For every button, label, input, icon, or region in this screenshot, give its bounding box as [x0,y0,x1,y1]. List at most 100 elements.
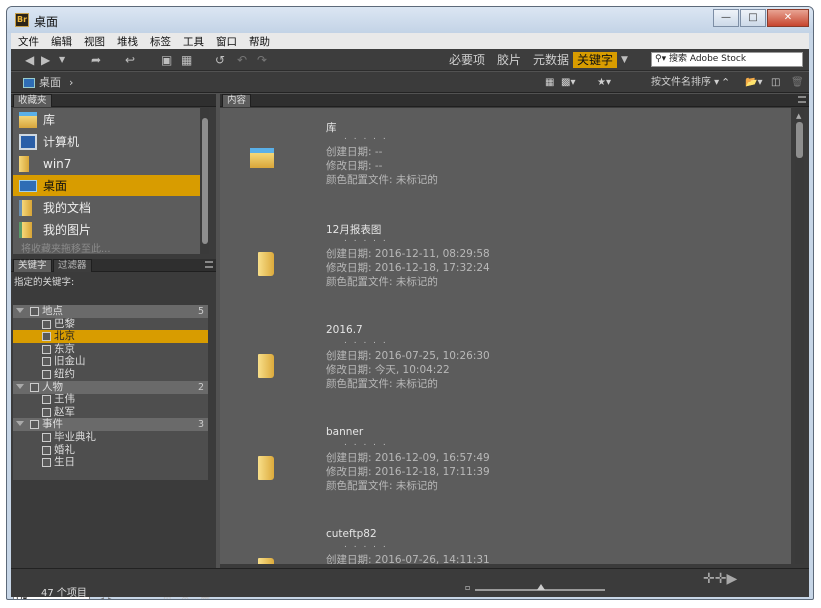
keyword-category[interactable]: 人物 2 [13,380,208,394]
keyword-checkbox[interactable] [42,357,51,367]
tab-keywords[interactable]: 关键字 [13,259,52,272]
favorite-label: 计算机 [43,135,80,149]
rating-dots[interactable]: . . . . . [344,336,388,346]
content-scrollbar[interactable]: ▲ [795,108,804,564]
boomerang-icon[interactable]: ➦ [91,52,101,68]
keyword-checkbox[interactable] [30,420,39,430]
keyword-checkbox[interactable] [30,307,39,316]
workspace-dropdown-icon[interactable]: ▼ [621,52,628,68]
view-options-icon[interactable]: ▩▾ [561,75,575,90]
history-dropdown-icon[interactable]: ▼ [59,52,65,68]
folder-icon [19,155,29,172]
content-item[interactable]: banner. . . . . 创建日期: 2016-12-09, 16:57:4… [220,426,791,526]
content-scroll-thumb[interactable] [796,122,803,158]
content-item[interactable]: cuteftp82. . . . . 创建日期: 2016-07-26, 14:1… [220,528,791,564]
keyword-item[interactable]: 巴黎 [13,318,208,331]
keyword-item[interactable]: 赵军 [13,406,208,419]
workspace-essentials[interactable]: 必要项 [445,52,489,68]
rating-filter-icon[interactable]: ★▾ [597,75,611,90]
zoom-out-icon[interactable]: ▫ [465,583,470,592]
sort-dropdown[interactable]: 按文件名排序 ▾ [651,75,719,90]
open-recent-icon[interactable]: 📂▾ [745,75,762,90]
expand-triangle-icon[interactable] [16,308,24,313]
keyword-category[interactable]: 地点 5 [13,305,208,318]
keyword-checkbox[interactable] [42,458,51,468]
keyword-item[interactable]: 婚礼 [13,444,208,457]
menu-help[interactable]: 帮助 [242,33,275,49]
keyword-item[interactable]: 北京 [13,330,208,344]
favorite-item-library[interactable]: 库 [13,109,200,130]
toolbar: ◀ ▶ ▼ ➦ ↩ ▣ ▦ ↺ ↶ ↷ 必要项 胶片 元数据 关键字 ▼ ⚲▾ … [11,49,809,71]
favorite-item-computer[interactable]: 计算机 [13,131,200,152]
menu-file[interactable]: 文件 [11,33,44,49]
breadcrumb-desktop[interactable]: 桌面 [39,75,61,90]
menu-label[interactable]: 标签 [143,33,176,49]
workspace-metadata[interactable]: 元数据 [529,52,573,68]
rating-dots[interactable]: . . . . . [344,540,388,550]
item-color-profile: 颜色配置文件: 未标记的 [326,174,438,186]
keyword-checkbox[interactable] [42,332,51,342]
favorites-scrollbar[interactable] [201,108,209,254]
item-modified: 修改日期: 2016-12-18, 17:11:39 [326,466,490,478]
content-item[interactable]: 2016.7. . . . . 创建日期: 2016-07-25, 10:26:3… [220,324,791,424]
panel-menu-icon[interactable] [798,96,806,103]
keyword-checkbox[interactable] [42,407,51,417]
title-bar[interactable]: Br 桌面 — □ ✕ [7,7,813,33]
slider-thumb[interactable] [537,584,545,590]
keyword-item[interactable]: 纽约 [13,368,208,381]
pictures-icon [19,221,32,238]
keyword-checkbox[interactable] [42,395,51,405]
keyword-item[interactable]: 生日 [13,456,208,469]
content-item[interactable]: 库 . . . . . 创建日期: -- 修改日期: -- 颜色配置文件: 未标记的 [220,120,791,220]
adobe-stock-search-input[interactable]: ⚲▾ 搜索 Adobe Stock [651,52,803,67]
app-window: Br 桌面 — □ ✕ 文件 编辑 视图 堆栈 标签 工具 窗口 帮助 ◀ ▶ … [6,6,814,600]
rating-dots[interactable]: . . . . . [344,132,388,142]
keyword-item[interactable]: 旧金山 [13,355,208,368]
favorite-item-documents[interactable]: 我的文档 [13,197,200,218]
keyword-checkbox[interactable] [42,344,51,354]
computer-icon [19,133,37,150]
new-folder-icon[interactable]: ◫ [771,75,780,90]
camera-download-icon[interactable]: ▣ [161,52,172,68]
workspace-filmstrip[interactable]: 胶片 [493,52,525,68]
tab-content[interactable]: 内容 [222,94,252,107]
keyword-item[interactable]: 东京 [13,343,208,356]
maximize-button[interactable]: □ [740,9,766,27]
minimize-button[interactable]: — [713,9,739,27]
back-arrow-icon[interactable]: ◀ [25,52,34,68]
breadcrumb-chevron-icon[interactable]: › [69,75,73,90]
keyword-checkbox[interactable] [42,445,51,455]
reveal-recent-icon[interactable]: ↩ [125,52,135,68]
tab-favorites[interactable]: 收藏夹 [13,94,52,107]
panel-menu-icon[interactable] [205,261,213,268]
tab-filter[interactable]: 过滤器 [53,259,92,272]
keyword-item[interactable]: 毕业典礼 [13,431,208,444]
menu-tools[interactable]: 工具 [176,33,209,49]
forward-arrow-icon[interactable]: ▶ [41,52,50,68]
menu-window[interactable]: 窗口 [209,33,242,49]
favorite-item-desktop[interactable]: 桌面 [13,175,200,196]
expand-triangle-icon[interactable] [16,421,24,427]
keyword-checkbox[interactable] [42,370,51,379]
menu-edit[interactable]: 编辑 [44,33,77,49]
library-folder-icon [250,148,274,168]
rating-dots[interactable]: . . . . . [344,438,388,448]
sort-ascending-icon[interactable]: ⌃ [721,75,730,90]
keyword-item[interactable]: 王伟 [13,393,208,406]
keyword-checkbox[interactable] [42,433,51,442]
content-item[interactable]: 12月报表图. . . . . 创建日期: 2016-12-11, 08:29:5… [220,222,791,322]
favorites-scroll-thumb[interactable] [202,118,208,244]
favorite-item-pictures[interactable]: 我的图片 [13,219,200,240]
thumbnail-quality-icon[interactable]: ▦ [545,75,554,90]
workspace-keywords[interactable]: 关键字 [573,52,618,68]
menu-stacks[interactable]: 堆栈 [110,33,143,49]
refine-icon[interactable]: ▦ [181,52,192,68]
favorite-item-win7[interactable]: win7 [13,153,200,174]
expand-triangle-icon[interactable] [16,383,24,389]
keyword-category[interactable]: 事件 3 [13,418,208,432]
rating-dots[interactable]: . . . . . [344,234,388,244]
keyword-checkbox[interactable] [30,382,39,392]
keyword-checkbox[interactable] [42,319,51,329]
close-button[interactable]: ✕ [767,9,809,27]
menu-view[interactable]: 视图 [77,33,110,49]
